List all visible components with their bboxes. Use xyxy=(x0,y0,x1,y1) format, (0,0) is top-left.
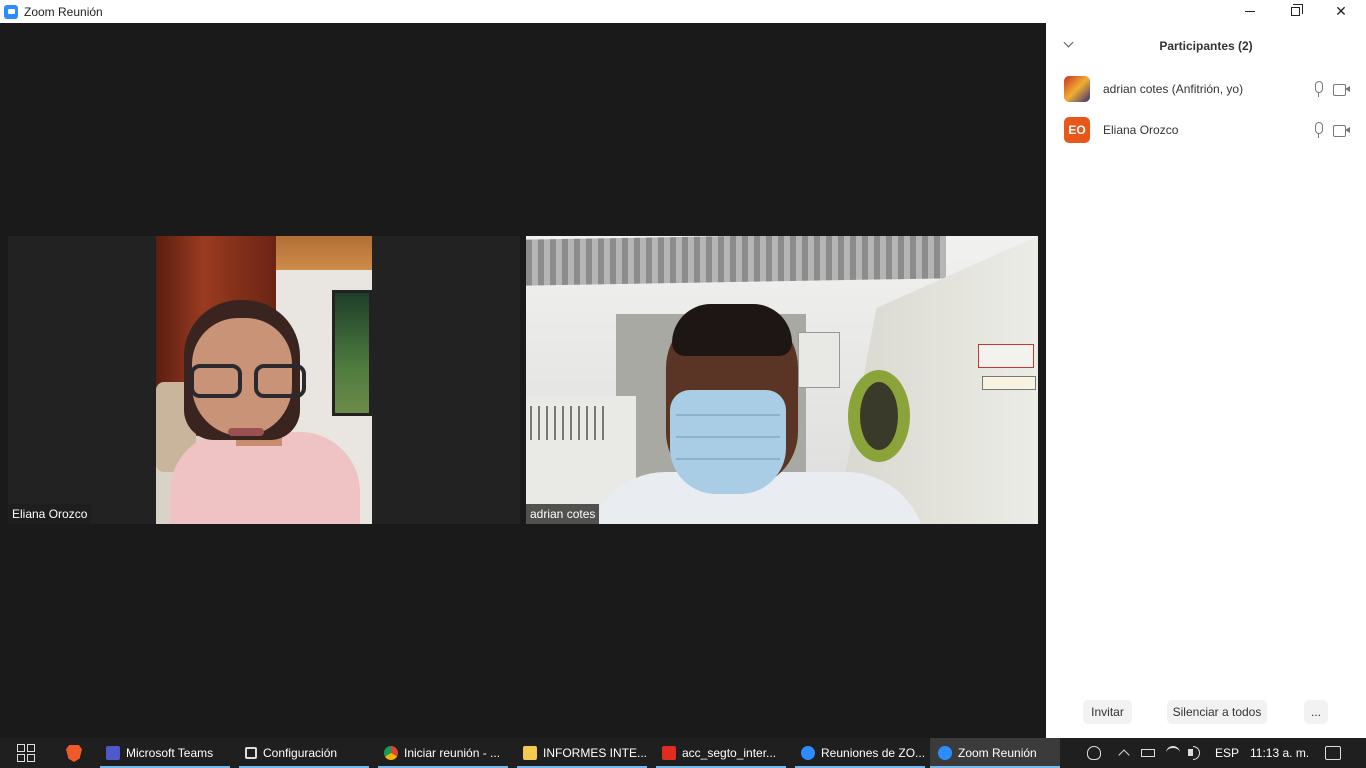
gear-icon xyxy=(245,747,257,759)
microphone-icon[interactable] xyxy=(1312,122,1324,138)
taskbar-app-pdf[interactable]: acc_segto_inter... xyxy=(656,738,786,768)
folder-icon xyxy=(523,746,537,760)
video-name-tag: Eliana Orozco xyxy=(8,504,92,524)
taskbar-app-chrome[interactable]: Iniciar reunión - ... xyxy=(378,738,508,768)
wifi-icon[interactable] xyxy=(1166,746,1180,760)
mute-all-button[interactable]: Silenciar a todos xyxy=(1167,700,1267,724)
video-tile-adrian[interactable]: adrian cotes xyxy=(526,236,1038,524)
taskbar-app-settings[interactable]: Configuración xyxy=(239,738,369,768)
participant-name: Eliana Orozco xyxy=(1103,123,1179,137)
restore-button[interactable] xyxy=(1272,0,1318,23)
minimize-button[interactable] xyxy=(1227,0,1273,23)
panel-footer: Invitar Silenciar a todos ... xyxy=(1046,700,1366,724)
restore-icon xyxy=(1290,4,1303,16)
task-view-icon xyxy=(17,744,35,762)
participant-row[interactable]: adrian cotes (Anfitrión, yo) xyxy=(1046,71,1366,107)
window-title: Zoom Reunión xyxy=(24,4,103,19)
video-camera-icon[interactable] xyxy=(1333,124,1351,137)
battery-icon[interactable] xyxy=(1141,749,1155,757)
chrome-icon xyxy=(384,746,398,760)
taskbar: Microsoft Teams Configuración Iniciar re… xyxy=(0,738,1366,768)
minimize-icon xyxy=(1245,11,1255,12)
notification-icon[interactable] xyxy=(1325,746,1341,760)
participant-row[interactable]: EO Eliana Orozco xyxy=(1046,112,1366,148)
taskbar-app-zoom-reunion[interactable]: Zoom Reunión xyxy=(930,738,1060,768)
volume-icon[interactable] xyxy=(1188,746,1202,760)
taskbar-app-label: Reuniones de ZO... xyxy=(821,746,925,760)
clock[interactable]: 11:13 a. m. xyxy=(1250,738,1309,768)
taskbar-app-zoom-meetings[interactable]: Reuniones de ZO... xyxy=(795,738,925,768)
invite-button[interactable]: Invitar xyxy=(1083,700,1132,724)
panel-title: Participantes (2) xyxy=(1159,39,1253,53)
taskbar-app-label: INFORMES INTE... xyxy=(543,746,647,760)
avatar: EO xyxy=(1064,117,1090,143)
video-name-tag: adrian cotes xyxy=(526,504,600,524)
video-feed-eliana xyxy=(156,236,372,524)
zoom-icon xyxy=(801,746,815,760)
microphone-icon[interactable] xyxy=(1312,81,1324,97)
chevron-up-icon[interactable] xyxy=(1117,746,1131,760)
taskbar-app-label: Microsoft Teams xyxy=(126,746,214,760)
video-tile-eliana[interactable]: Eliana Orozco xyxy=(8,236,520,524)
taskbar-app-explorer[interactable]: INFORMES INTE... xyxy=(517,738,647,768)
zoom-icon xyxy=(938,746,952,760)
chevron-down-icon[interactable] xyxy=(1062,37,1078,53)
avatar xyxy=(1064,76,1090,102)
taskbar-app-label: Iniciar reunión - ... xyxy=(404,746,501,760)
participants-panel: Participantes (2) adrian cotes (Anfitrió… xyxy=(1046,23,1366,738)
video-camera-icon[interactable] xyxy=(1333,83,1351,96)
close-icon: ✕ xyxy=(1335,3,1347,19)
taskbar-app-label: Zoom Reunión xyxy=(958,746,1037,760)
panel-header: Participantes (2) xyxy=(1046,23,1366,69)
taskbar-app-label: Configuración xyxy=(263,746,338,760)
taskbar-app-label: acc_segto_inter... xyxy=(682,746,777,760)
language-indicator[interactable]: ESP xyxy=(1215,738,1239,768)
more-options-button[interactable]: ... xyxy=(1304,700,1328,724)
participant-name: adrian cotes (Anfitrión, yo) xyxy=(1103,82,1244,96)
pdf-icon xyxy=(662,746,676,760)
title-bar: Zoom Reunión xyxy=(0,0,1366,23)
teams-icon xyxy=(106,746,120,760)
taskbar-app-teams[interactable]: Microsoft Teams xyxy=(100,738,230,768)
video-gallery: Eliana Orozco adrian cotes xyxy=(0,23,1046,738)
close-button[interactable]: ✕ xyxy=(1318,0,1364,23)
brave-browser-icon[interactable] xyxy=(66,745,82,762)
people-icon[interactable] xyxy=(1087,746,1101,760)
zoom-app-icon xyxy=(4,4,18,19)
task-view-button[interactable] xyxy=(0,738,52,768)
